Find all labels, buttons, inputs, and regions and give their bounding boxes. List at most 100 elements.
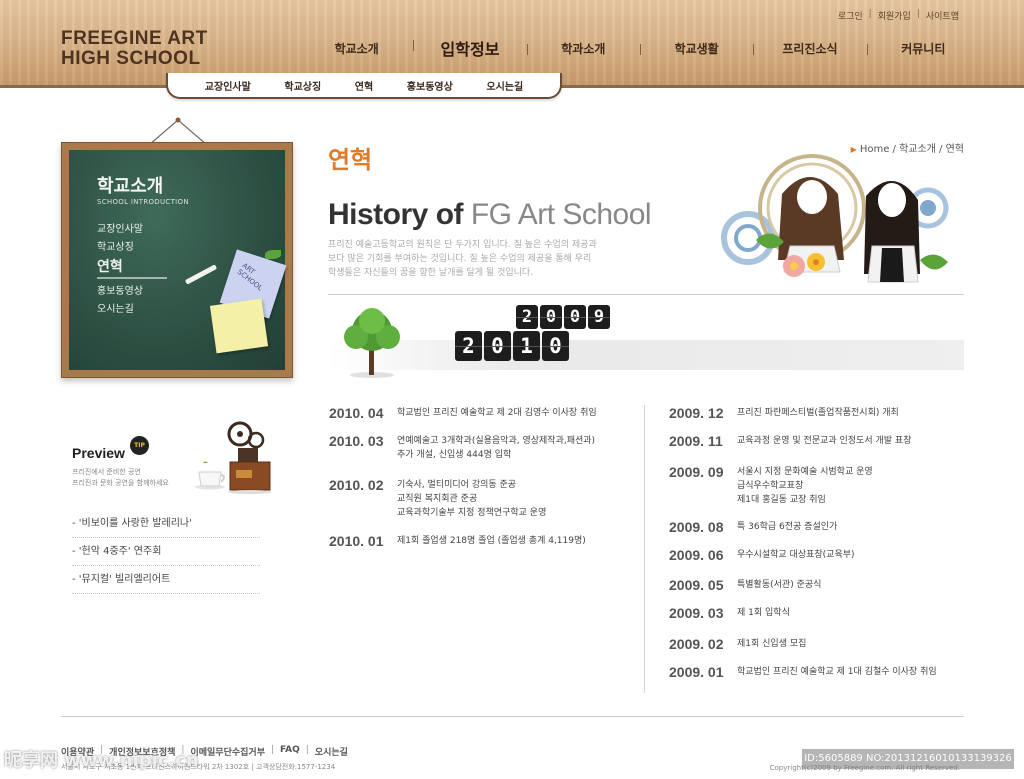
preview-list-item[interactable]: - '비보이를 사랑한 발레리나' — [72, 510, 260, 538]
timeline-desc: 학교법인 프리진 예술학교 제 2대 김영수 이사장 취임 — [397, 405, 597, 421]
side-menu-directions[interactable]: 오시는길 — [97, 300, 167, 318]
film-projector-icon — [227, 421, 272, 494]
sticky-note-text: ART SCHOOL — [235, 261, 264, 293]
separator: | — [305, 745, 309, 755]
timeline-desc: 학교법인 프리진 예술학교 제 1대 김철수 이사장 취임 — [737, 664, 937, 680]
timeline-entry: 2009. 12 프리진 파란페스티벌(졸업작품전시회) 개최 — [669, 405, 899, 421]
timeline-entry: 2009. 03 제 1회 입학식 — [669, 605, 790, 621]
subnav-item-symbol[interactable]: 학교상징 — [284, 78, 321, 93]
intro-text: 프리진 예술고등학교의 원칙은 단 두가지 입니다. 질 높은 수업의 제공과 … — [328, 238, 628, 280]
footer-link-email-policy[interactable]: 이메일무단수집거부 — [190, 745, 265, 758]
login-link[interactable]: 로그인 — [838, 9, 863, 22]
timeline-desc: 프리진 파란페스티벌(졸업작품전시회) 개최 — [737, 405, 899, 421]
timeline-line: 학교법인 프리진 예술학교 제 1대 김철수 이사장 취임 — [737, 667, 937, 677]
watermark-id: ID:5605889 NO:20131216010133139326 — [802, 749, 1014, 769]
timeline-desc: 기숙사, 멀티미디어 강의동 준공 교직원 복지회관 준공 교육과학기술부 지정… — [397, 477, 546, 520]
timeline-date: 2009. 01 — [669, 664, 724, 680]
timeline-date: 2010. 03 — [329, 433, 384, 449]
separator: | — [271, 745, 275, 755]
preview-list-item[interactable]: - '뮤지컬' 빌리엘리어트 — [72, 566, 260, 594]
timeline-date: 2009. 06 — [669, 547, 724, 563]
intro-line: 보다 많은 기회를 부여하는 것입니다. 질 높은 수업의 제공을 통해 우리 — [328, 254, 592, 264]
timeline-desc: 특 36학급 6전공 증설인가 — [737, 519, 837, 535]
preview-desc-line: 프리진에서 준비한 공연 — [72, 468, 141, 476]
timeline-entry: 2010. 03 연예예술고 3개학과(실용음악과, 영상제작과,패션과) 추가… — [329, 433, 595, 462]
timeline-line: 기숙사, 멀티미디어 강의동 준공 — [397, 480, 517, 490]
timeline-line: 프리진 파란페스티벌(졸업작품전시회) 개최 — [737, 408, 899, 418]
timeline-date: 2009. 03 — [669, 605, 724, 621]
timeline-date: 2010. 02 — [329, 477, 384, 493]
utility-links: 로그인 | 회원가입 | 사이트맵 — [838, 9, 959, 22]
timeline-entry: 2009. 02 제1회 신입생 모집 — [669, 636, 806, 652]
timeline-desc: 서울시 지정 문화예술 시범학교 운영 급식우수학교표창 제1대 홍길동 교장 … — [737, 464, 873, 507]
timeline-line: 추가 개설, 신입생 444명 입학 — [397, 450, 512, 460]
side-menu-greeting[interactable]: 교장인사말 — [97, 220, 167, 238]
page-title: 연혁 — [328, 146, 373, 174]
timeline-line: 급식우수학교표창 — [737, 481, 804, 491]
timeline-line: 서울시 지정 문화예술 시범학교 운영 — [737, 467, 873, 477]
gnb-item-about[interactable]: 학교소개 — [300, 40, 413, 57]
timeline-entry: 2010. 04 학교법인 프리진 예술학교 제 2대 김영수 이사장 취임 — [329, 405, 597, 421]
timeline-desc: 제1회 신입생 모집 — [737, 636, 806, 652]
subnav-item-history[interactable]: 연혁 — [355, 78, 373, 93]
timeline-line: 제1회 신입생 모집 — [737, 639, 807, 649]
sitemap-link[interactable]: 사이트맵 — [926, 9, 959, 22]
timeline-line: 교직원 복지회관 준공 — [397, 494, 478, 504]
timeline-line: 제 1회 입학식 — [737, 608, 790, 618]
timeline-desc: 우수시설학교 대상표창(교육부) — [737, 547, 855, 563]
timeline-line: 교육과정 운영 및 전문교과 인정도서 개발 표창 — [737, 436, 912, 446]
preview-list-item[interactable]: - '헌악 4중주' 연주회 — [72, 538, 260, 566]
preview-desc-line: 프리진과 문화 공연을 함께하세요 — [72, 479, 169, 487]
year-digit: 0 — [484, 331, 511, 361]
subnav-item-directions[interactable]: 오시는길 — [486, 78, 523, 93]
chalkboard: 학교소개 SCHOOL INTRODUCTION 교장인사말 학교상징 연혁 홍… — [61, 142, 293, 378]
year-digit: 0 — [540, 305, 562, 329]
intro-line: 프리진 예술고등학교의 원칙은 단 두가지 입니다. 질 높은 수업의 제공과 — [328, 240, 597, 250]
site-logo[interactable]: FREEGINE ART HIGH SCHOOL — [61, 29, 208, 69]
year-digit: 2 — [516, 305, 538, 329]
gnb-item-news[interactable]: 프리진소식 — [753, 40, 866, 57]
watermark-logo: 昵享网 www.nipic.cn — [4, 750, 199, 771]
year-counter-current: 2 0 1 0 — [455, 331, 569, 361]
side-menu-history[interactable]: 연혁 — [97, 256, 167, 282]
year-digit: 2 — [455, 331, 482, 361]
chalk-icon — [184, 264, 218, 285]
timeline-entry: 2010. 01 제1회 졸업생 218명 졸업 (졸업생 총계 4,119명) — [329, 533, 586, 549]
timeline-line: 특별활동(서관) 준공식 — [737, 580, 822, 590]
timeline-entry: 2009. 09 서울시 지정 문화예술 시범학교 운영 급식우수학교표창 제1… — [669, 464, 873, 507]
year-band — [328, 340, 964, 370]
tree-icon — [344, 308, 400, 378]
side-menu-video[interactable]: 홍보동영상 — [97, 282, 167, 300]
timeline-date: 2009. 08 — [669, 519, 724, 535]
gnb-item-admission[interactable]: 입학정보 — [413, 36, 526, 60]
subnav-item-greeting[interactable]: 교장인사말 — [205, 78, 251, 93]
column-divider — [644, 405, 645, 693]
gnb-item-departments[interactable]: 학과소개 — [526, 40, 640, 57]
side-menu: 교장인사말 학교상징 연혁 홍보동영상 오시는길 — [97, 220, 167, 318]
timeline-date: 2009. 11 — [669, 433, 723, 449]
preview-description: 프리진에서 준비한 공연 프리진과 문화 공연을 함께하세요 — [72, 467, 169, 489]
subnav-item-video[interactable]: 홍보동영상 — [407, 78, 453, 93]
footer-link-directions[interactable]: 오시는길 — [315, 745, 348, 758]
timeline-line: 특 36학급 6전공 증설인가 — [737, 522, 838, 532]
side-menu-symbol[interactable]: 학교상징 — [97, 238, 167, 256]
global-nav: 학교소개 입학정보 학과소개 학교생활 프리진소식 커뮤니티 — [300, 36, 980, 60]
logo-line-2: HIGH SCHOOL — [61, 48, 201, 69]
footer-link-faq[interactable]: FAQ — [280, 745, 300, 758]
separator: | — [916, 9, 920, 19]
signup-link[interactable]: 회원가입 — [878, 9, 911, 22]
history-heading-light: FG Art School — [463, 198, 652, 231]
timeline-date: 2010. 01 — [329, 533, 384, 549]
gnb-item-school-life[interactable]: 학교생활 — [639, 40, 753, 57]
timeline-date: 2009. 05 — [669, 577, 724, 593]
gnb-item-community[interactable]: 커뮤니티 — [866, 40, 980, 57]
timeline-line: 제1회 졸업생 218명 졸업 (졸업생 총계 4,119명) — [397, 536, 586, 546]
footer-divider — [61, 716, 964, 717]
intro-line: 학생들은 자신들의 꿈을 향한 날개를 달게 될 것입니다. — [328, 268, 534, 278]
timeline-date: 2009. 02 — [669, 636, 724, 652]
sticky-note-yellow-icon — [209, 298, 269, 354]
year-digit: 9 — [588, 305, 610, 329]
timeline-desc: 교육과정 운영 및 전문교과 인정도서 개발 표창 — [737, 433, 912, 449]
timeline-desc: 연예예술고 3개학과(실용음악과, 영상제작과,패션과) 추가 개설, 신입생 … — [397, 433, 595, 462]
timeline-entry: 2010. 02 기숙사, 멀티미디어 강의동 준공 교직원 복지회관 준공 교… — [329, 477, 546, 520]
